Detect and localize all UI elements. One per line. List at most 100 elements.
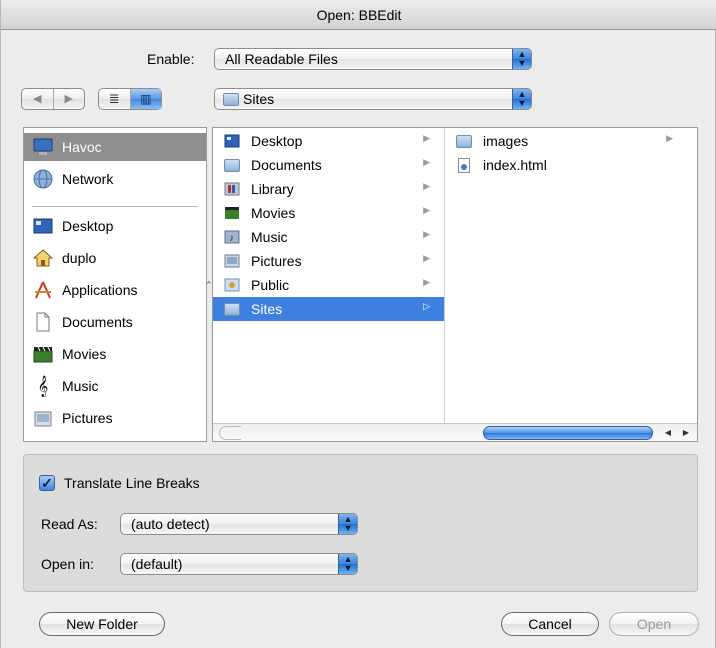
disclosure-arrow-icon: ▶ [423, 205, 430, 215]
list-item[interactable]: Library ▶ [213, 177, 444, 201]
list-item[interactable]: Documents ▶ [213, 153, 444, 177]
item-label: Public [251, 277, 290, 293]
list-view-icon[interactable]: ≣ [99, 89, 130, 109]
scroll-right-arrow-icon[interactable]: ▶ [677, 426, 695, 440]
pictures-icon [32, 407, 54, 429]
read-as-popup[interactable]: (auto detect) ▲ ▼ [120, 513, 358, 535]
list-item[interactable]: Pictures ▶ [213, 249, 444, 273]
network-icon [32, 168, 54, 190]
sidebar-item-movies[interactable]: Movies [24, 340, 206, 368]
item-label: Pictures [251, 253, 302, 269]
disclosure-arrow-icon: ▶ [423, 277, 430, 287]
list-item[interactable]: Sites ▷ [213, 297, 444, 321]
sites-folder-icon [223, 301, 241, 317]
disclosure-arrow-icon: ▶ [666, 133, 673, 143]
disclosure-arrow-icon: ▶ [423, 157, 430, 167]
sidebar-item-desktop[interactable]: Desktop [24, 212, 206, 240]
new-folder-button[interactable]: New Folder [39, 612, 165, 636]
enable-value: All Readable Files [225, 51, 338, 67]
sidebar-item-label: Network [62, 171, 114, 187]
sidebar-divider [32, 206, 198, 207]
disclosure-arrow-icon: ▶ [423, 181, 430, 191]
sidebar: Havoc Network Desktop duplo Applications… [23, 127, 207, 442]
documents-icon [32, 311, 54, 333]
item-label: Music [251, 229, 288, 245]
horizontal-scrollbar[interactable]: ◀ ▶ [213, 423, 697, 441]
list-item[interactable]: images ▶ [445, 129, 687, 153]
translate-line-breaks-checkbox[interactable]: ✓ [39, 475, 55, 491]
item-label: Sites [251, 301, 283, 317]
read-as-value: (auto detect) [131, 516, 210, 532]
public-folder-icon [223, 277, 241, 293]
popup-arrows-icon: ▲ ▼ [338, 514, 357, 534]
pictures-folder-icon [223, 253, 241, 269]
documents-folder-icon [223, 157, 241, 173]
cancel-button[interactable]: Cancel [501, 612, 599, 636]
popup-arrows-icon: ▲ ▼ [512, 89, 531, 109]
disclosure-arrow-icon: ▶ [423, 229, 430, 239]
sidebar-item-pictures[interactable]: Pictures [24, 404, 206, 432]
sidebar-item-label: Applications [62, 282, 138, 298]
enable-popup[interactable]: All Readable Files ▲ ▼ [214, 48, 532, 70]
item-label: index.html [483, 157, 547, 173]
desktop-folder-icon [223, 133, 241, 149]
scroll-track [219, 426, 241, 440]
html-file-icon [455, 157, 473, 173]
sidebar-item-network[interactable]: Network [24, 165, 206, 193]
options-panel: ✓ Translate Line Breaks Read As: (auto d… [23, 454, 698, 592]
desktop-icon [32, 215, 54, 237]
home-icon [32, 247, 54, 269]
forward-arrow-icon[interactable]: ▶ [52, 89, 85, 109]
location-popup[interactable]: Sites ▲ ▼ [214, 88, 532, 110]
list-item[interactable]: ♪ Music ▶ [213, 225, 444, 249]
popup-arrows-icon: ▲ ▼ [338, 554, 357, 574]
movies-icon [32, 343, 54, 365]
open-in-popup[interactable]: (default) ▲ ▼ [120, 553, 358, 575]
folder-icon [455, 133, 473, 149]
disclosure-arrow-icon: ▶ [423, 253, 430, 263]
sidebar-item-duplo[interactable]: duplo [24, 244, 206, 272]
sites-folder-icon [223, 93, 239, 106]
sidebar-resize-handle[interactable]: ⌃ [205, 280, 213, 290]
disclosure-arrow-icon: ▶ [423, 133, 430, 143]
svg-text:♪: ♪ [229, 233, 234, 244]
item-label: Desktop [251, 133, 303, 149]
sidebar-item-label: Music [62, 378, 99, 394]
file-browser: Desktop ▶ Documents ▶ Library ▶ Movies ▶… [212, 127, 698, 442]
item-label: Library [251, 181, 294, 197]
column-view-icon[interactable]: ▥ [129, 89, 161, 109]
browser-column-1: Desktop ▶ Documents ▶ Library ▶ Movies ▶… [213, 128, 445, 423]
applications-icon [32, 279, 54, 301]
sidebar-item-documents[interactable]: Documents [24, 308, 206, 336]
computer-icon [32, 136, 54, 158]
open-button[interactable]: Open [609, 612, 699, 636]
sidebar-item-music[interactable]: 𝄞 Music [24, 372, 206, 400]
movies-folder-icon [223, 205, 241, 221]
popup-arrows-icon: ▲ ▼ [512, 49, 531, 69]
list-item[interactable]: Public ▶ [213, 273, 444, 297]
scroll-thumb[interactable] [483, 426, 653, 440]
back-forward-control: ◀ ▶ [21, 88, 85, 110]
music-icon: 𝄞 [37, 375, 49, 396]
scroll-left-arrow-icon[interactable]: ◀ [659, 426, 677, 440]
list-item[interactable]: Desktop ▶ [213, 129, 444, 153]
list-item[interactable]: Movies ▶ [213, 201, 444, 225]
open-dialog: Open: BBEdit Enable: All Readable Files … [0, 0, 716, 648]
item-label: images [483, 133, 529, 149]
browser-column-2: images ▶ index.html [445, 128, 687, 423]
open-in-label: Open in: [41, 556, 94, 572]
item-label: Documents [251, 157, 322, 173]
window-title: Open: BBEdit [1, 0, 716, 30]
sidebar-item-havoc[interactable]: Havoc [24, 133, 206, 161]
sidebar-item-label: duplo [62, 250, 97, 266]
list-item[interactable]: index.html [445, 153, 687, 177]
enable-label: Enable: [147, 51, 195, 67]
item-label: Movies [251, 205, 296, 221]
sidebar-item-applications[interactable]: Applications [24, 276, 206, 304]
sidebar-item-label: Pictures [62, 410, 113, 426]
disclosure-arrow-icon: ▷ [423, 301, 430, 311]
back-arrow-icon[interactable]: ◀ [22, 89, 53, 109]
view-mode-control: ≣ ▥ [98, 88, 162, 110]
sidebar-item-label: Movies [62, 346, 107, 362]
read-as-label: Read As: [41, 516, 98, 532]
